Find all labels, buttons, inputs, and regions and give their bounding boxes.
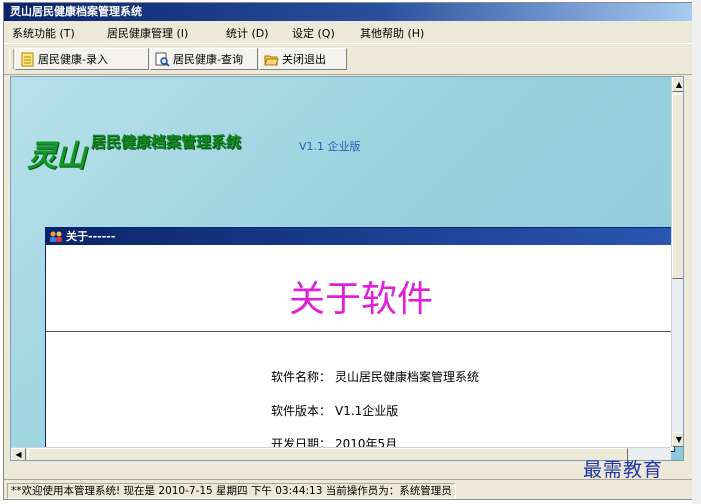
menu-system-functions[interactable]: 系统功能 (T) bbox=[12, 25, 75, 41]
about-divider bbox=[46, 331, 674, 332]
query-button[interactable]: 居民健康-查询 bbox=[150, 48, 258, 70]
info-software-name: 软件名称： 灵山居民健康档案管理系统 bbox=[271, 368, 479, 385]
close-exit-button-label: 关闭退出 bbox=[282, 53, 326, 66]
folder-exit-icon bbox=[264, 55, 279, 65]
watermark-text: 最需教育 bbox=[583, 459, 664, 481]
scroll-down-button[interactable]: ▼ bbox=[672, 432, 683, 447]
horizontal-scrollbar[interactable]: ◀ bbox=[11, 447, 671, 460]
entry-button-label: 居民健康-录入 bbox=[38, 53, 108, 66]
info-value: V1.1企业版 bbox=[335, 404, 399, 418]
vertical-scrollbar[interactable]: ▲ ▼ bbox=[671, 77, 683, 447]
info-label: 软件版本： bbox=[271, 404, 332, 418]
users-icon bbox=[50, 231, 62, 242]
horizontal-scroll-thumb[interactable] bbox=[28, 448, 628, 460]
search-document-icon bbox=[155, 52, 170, 67]
status-message: **欢迎使用本管理系统! 现在是 2010-7-15 星期四 下午 03:44:… bbox=[7, 483, 456, 499]
about-heading: 关于软件 bbox=[288, 279, 433, 320]
vertical-scroll-thumb[interactable] bbox=[672, 94, 683, 279]
info-label: 软件名称： bbox=[271, 370, 332, 384]
entry-button[interactable]: 居民健康-录入 bbox=[15, 48, 149, 70]
scroll-up-button[interactable]: ▲ bbox=[672, 77, 683, 92]
menu-settings[interactable]: 设定 (Q) bbox=[292, 25, 335, 41]
window-title: 灵山居民健康档案管理系统 bbox=[4, 3, 692, 21]
logo-title: 居民健康档案管理系统 bbox=[91, 133, 242, 151]
document-icon bbox=[21, 52, 34, 66]
scroll-left-button[interactable]: ◀ bbox=[11, 448, 26, 460]
mdi-client-area: 灵山 居民健康档案管理系统 V1.1 企业版 关于------ 关于软件 软件名… bbox=[10, 76, 684, 461]
info-software-version: 软件版本： V1.1企业版 bbox=[271, 402, 398, 419]
close-exit-button[interactable]: 关闭退出 bbox=[259, 48, 347, 70]
menubar: 系统功能 (T) 居民健康管理 (I) 统计 (D) 设定 (Q) 其他帮助 (… bbox=[4, 22, 692, 42]
toolbar-grip[interactable] bbox=[9, 49, 14, 69]
menu-help[interactable]: 其他帮助 (H) bbox=[360, 25, 424, 41]
about-titlebar[interactable]: 关于------ bbox=[46, 228, 674, 245]
logo-mark: 灵山 bbox=[27, 139, 86, 174]
about-dialog: 关于------ 关于软件 软件名称： 灵山居民健康档案管理系统 软件版本： V1.… bbox=[45, 227, 675, 452]
toolbar: 居民健康-录入 居民健康-查询 关闭退出 bbox=[4, 43, 692, 75]
logo-version: V1.1 企业版 bbox=[299, 140, 361, 153]
info-value: 灵山居民健康档案管理系统 bbox=[335, 370, 480, 384]
about-title-text: 关于------ bbox=[66, 230, 116, 243]
main-window: 灵山居民健康档案管理系统 系统功能 (T) 居民健康管理 (I) 统计 (D) … bbox=[3, 2, 693, 500]
menu-statistics[interactable]: 统计 (D) bbox=[226, 25, 269, 41]
window-right-edge bbox=[692, 0, 701, 504]
menu-resident-health[interactable]: 居民健康管理 (I) bbox=[107, 25, 188, 41]
statusbar: **欢迎使用本管理系统! 现在是 2010-7-15 星期四 下午 03:44:… bbox=[4, 479, 692, 499]
query-button-label: 居民健康-查询 bbox=[173, 53, 243, 66]
